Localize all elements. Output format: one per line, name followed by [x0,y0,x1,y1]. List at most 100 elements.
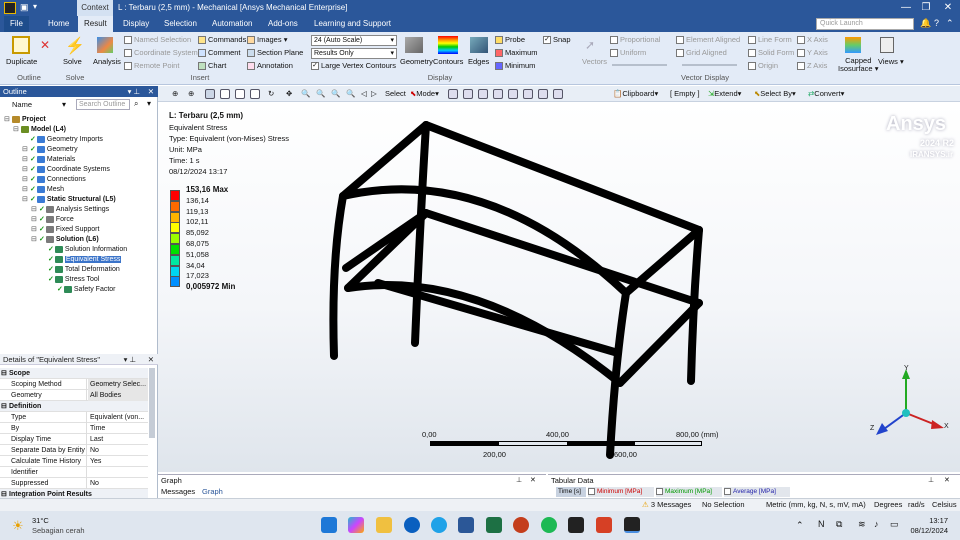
outline-item[interactable]: ⊟ Model (L4) [13,125,66,135]
face-select-icon[interactable] [235,89,245,99]
expander-icon[interactable]: ⊟ [31,225,39,235]
commands-button[interactable]: Commands [198,35,246,45]
tray-chevron-icon[interactable]: ⌃ [796,520,804,531]
tabular-close-icon[interactable]: ✕ [944,476,950,484]
tab-result[interactable]: Result [78,16,113,32]
powerpoint-icon[interactable] [513,517,529,533]
select-edge-icon[interactable] [463,89,473,99]
zoom-to-fit-icon[interactable]: ⊕ [172,88,178,99]
outline-item[interactable]: ✓ Safety Factor [49,285,116,295]
images-button[interactable]: Images ▾ [247,35,287,45]
mode-dropdown[interactable]: ⬉Mode▾ [410,88,439,99]
temperature-units-status[interactable]: Celsius [932,500,957,509]
language-icon[interactable]: ⧉ [836,519,842,530]
tab-messages[interactable]: Messages [161,487,195,496]
results-display-combo[interactable]: Results Only ▾ [311,48,397,59]
battery-icon[interactable]: ▭ [890,519,899,530]
clock-time[interactable]: 13:17 [914,516,948,525]
windows-start-icon[interactable] [321,517,337,533]
outline-item[interactable]: ✓ Equivalent Stress [40,255,122,265]
details-value[interactable]: Geometry Selec... [88,379,148,390]
select-point-icon[interactable] [448,89,458,99]
network-icon[interactable]: N [818,519,825,529]
weather-description[interactable]: Sebagian cerah [32,526,85,535]
weather-temperature[interactable]: 31°C [32,516,49,525]
select-mesh-icon[interactable] [538,89,548,99]
name-dropdown-icon[interactable]: ▾ [62,100,66,109]
expander-icon[interactable]: ⊟ [22,175,30,185]
quick-access-dropdown-icon[interactable]: ▾ [33,2,37,11]
expander-icon[interactable]: ⊟ [22,165,30,175]
box-zoom-icon[interactable]: 🔍 [316,88,325,99]
tab-file[interactable]: File [4,16,29,32]
outline-item[interactable]: ⊟ ✓ Static Structural (L5) [22,195,116,205]
outline-item[interactable]: ⊟ ✓ Solution (L6) [31,235,99,245]
clock-date[interactable]: 08/12/2024 [908,526,948,535]
outline-item[interactable]: ✓ Solution Information [40,245,127,255]
excel-icon[interactable] [486,517,502,533]
capped-isosurface-button[interactable]: Capped Isosurface ▾ [838,57,878,73]
details-row[interactable]: Calculate Time History Yes [0,456,148,467]
tab-automation[interactable]: Automation [206,16,258,32]
maximum-button[interactable]: Maximum [495,48,538,58]
word-icon[interactable] [458,517,474,533]
expander-icon[interactable]: ⊟ [22,155,30,165]
next-view-icon[interactable]: ▷ [371,88,377,99]
contours-button[interactable]: Contours [433,57,463,67]
spotify-icon[interactable] [541,517,557,533]
details-section[interactable]: ⊟ Scope [0,368,148,379]
help-icon[interactable]: ? [934,18,939,28]
outline-close-icon[interactable]: ✕ [148,86,154,97]
details-row[interactable]: By Time [0,423,148,434]
units-status[interactable]: Metric (mm, kg, N, s, mV, mA) [766,500,866,509]
workbench-icon[interactable] [568,517,584,533]
rotate-icon[interactable]: ↻ [268,88,274,99]
views-button[interactable]: Views ▾ [878,57,904,67]
mechanical-app-icon[interactable] [624,517,640,533]
details-scrollbar[interactable] [149,368,155,438]
graph-pin-icon[interactable]: ⊥ [516,476,522,484]
outline-item[interactable]: ⊟ ✓ Fixed Support [31,225,99,235]
select-body-icon[interactable] [493,89,503,99]
restore-button[interactable]: ❐ [916,0,936,16]
outline-item[interactable]: ⊟ ✓ Coordinate Systems [22,165,110,175]
section-plane-button[interactable]: Section Plane [247,48,303,58]
file-explorer-icon[interactable] [376,517,392,533]
details-section[interactable]: ⊟ Definition [0,401,148,412]
details-row[interactable]: Separate Data by Entity No [0,445,148,456]
bell-icon[interactable]: 🔔 [920,18,931,29]
messages-status[interactable]: ⚠ 3 Messages [642,500,691,509]
quick-access-save-icon[interactable]: ▣ [20,2,29,13]
zoom-fit-icon[interactable]: 🔍 [331,88,340,99]
previous-view-icon[interactable]: ◁ [361,88,367,99]
expander-icon[interactable]: ⊟ [13,125,21,135]
outline-item[interactable]: ⊟ ✓ Analysis Settings [31,205,109,215]
section-collapse-icon[interactable]: ⊟ [1,368,7,379]
details-row[interactable]: Display Time Last [0,434,148,445]
comment-button[interactable]: Comment [198,48,241,58]
convert-dropdown[interactable]: ⇄Convert▾ [808,88,844,99]
tabular-pin-icon[interactable]: ⊥ [928,476,934,484]
magnifier-icon[interactable]: 🔍 [346,88,355,99]
context-tab[interactable]: Context [77,0,113,16]
close-button[interactable]: ✕ [938,0,958,16]
outline-item[interactable]: ⊟ ✓ Mesh [22,185,64,195]
select-all-icon[interactable] [553,89,563,99]
details-value[interactable]: No [88,478,148,489]
pin-icon[interactable]: ▾ ⊥ [128,86,140,97]
details-close-icon[interactable]: ✕ [148,354,154,365]
edge-browser-icon[interactable] [431,517,447,533]
tab-learning-support[interactable]: Learning and Support [308,16,397,32]
details-pin-icon[interactable]: ▾ ⊥ [124,354,136,365]
outline-item[interactable]: ✓ Geometry Imports [22,135,103,145]
outline-item[interactable]: ⊟ ✓ Geometry [22,145,78,155]
details-row[interactable]: Suppressed No [0,478,148,489]
details-row[interactable]: Type Equivalent (von... [0,412,148,423]
graph-close-icon[interactable]: ✕ [530,476,536,484]
search-icon[interactable]: ⌕ [134,99,138,109]
select-face-icon[interactable] [478,89,488,99]
tab-add-ons[interactable]: Add-ons [262,16,304,32]
details-value[interactable]: All Bodies [88,390,148,401]
outline-item[interactable]: ⊟ ✓ Connections [22,175,86,185]
details-row[interactable]: Identifier [0,467,148,478]
